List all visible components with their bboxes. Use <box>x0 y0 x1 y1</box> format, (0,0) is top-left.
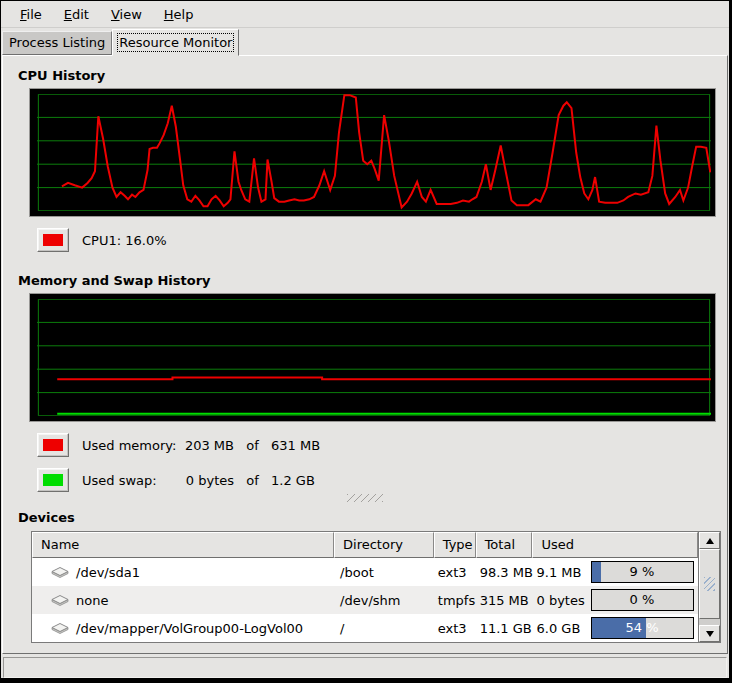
device-used: 0 bytes <box>537 593 591 608</box>
usage-percent: 9 % <box>592 562 693 582</box>
system-monitor-window: File Edit View Help Process Listing Reso… <box>0 0 732 683</box>
memory-used-value: 203 MB <box>179 438 234 453</box>
disk-icon <box>50 594 70 607</box>
scroll-down-button[interactable] <box>699 625 720 642</box>
usage-bar: 0 % <box>591 589 694 611</box>
device-type: tmpfs <box>434 593 476 608</box>
swap-legend: Used swap: 0 bytes of 1.2 GB <box>37 468 727 492</box>
menu-view[interactable]: View <box>100 4 153 25</box>
cpu-history-graph <box>29 88 716 217</box>
cpu1-color-swatch-button[interactable] <box>37 228 69 252</box>
swap-of-label: of <box>234 473 271 488</box>
disk-icon <box>50 566 70 579</box>
usage-percent: 0 % <box>592 590 693 610</box>
memory-legend-label: Used memory: <box>82 438 179 453</box>
device-type: ext3 <box>434 621 476 636</box>
device-directory: / <box>334 621 434 636</box>
column-header-used[interactable]: Used <box>532 532 698 558</box>
usage-bar: 54 % <box>591 617 694 639</box>
menu-file[interactable]: File <box>9 4 53 25</box>
device-name: none <box>76 593 108 608</box>
device-used: 6.0 GB <box>537 621 591 636</box>
pane-resize-handle[interactable] <box>347 494 383 502</box>
memory-color-swatch <box>43 439 63 451</box>
arrow-up-icon <box>706 538 714 544</box>
devices-table: Name Directory Type Total Used /dev/sda1… <box>31 531 721 643</box>
device-name: /dev/sda1 <box>76 565 140 580</box>
scrollbar-thumb[interactable] <box>699 549 720 619</box>
cpu-legend: CPU1: 16.0% <box>37 228 727 252</box>
resource-monitor-panel: CPU History CPU1: 16.0% Memory and Swap … <box>2 55 728 654</box>
memory-of-label: of <box>234 438 271 453</box>
swap-used-value: 0 bytes <box>179 473 234 488</box>
device-name: /dev/mapper/VolGroup00-LogVol00 <box>76 621 303 636</box>
swap-total-value: 1.2 GB <box>271 473 315 488</box>
device-type: ext3 <box>434 565 476 580</box>
tab-process-listing[interactable]: Process Listing <box>2 31 112 55</box>
menu-edit[interactable]: Edit <box>53 4 100 25</box>
column-header-directory[interactable]: Directory <box>334 532 434 558</box>
device-total: 98.3 MB <box>476 565 533 580</box>
column-header-type[interactable]: Type <box>434 532 476 558</box>
memory-swap-graph <box>29 293 716 422</box>
column-header-name[interactable]: Name <box>32 532 334 558</box>
tab-bar: Process Listing Resource Monitor <box>1 28 729 55</box>
usage-bar: 9 % <box>591 561 694 583</box>
memory-total-value: 631 MB <box>271 438 320 453</box>
status-bar <box>3 657 727 678</box>
device-row-logvol00[interactable]: /dev/mapper/VolGroup00-LogVol00 / ext3 1… <box>32 614 698 642</box>
devices-table-header: Name Directory Type Total Used <box>32 532 698 558</box>
usage-percent: 54 % <box>592 618 693 638</box>
device-used: 9.1 MB <box>537 565 591 580</box>
menu-help[interactable]: Help <box>153 4 205 25</box>
devices-title: Devices <box>18 510 727 525</box>
memory-legend: Used memory: 203 MB of 631 MB <box>37 433 727 457</box>
scroll-up-button[interactable] <box>699 532 720 549</box>
menubar: File Edit View Help <box>1 1 729 28</box>
swap-color-swatch <box>43 474 63 486</box>
cpu-history-title: CPU History <box>18 68 727 83</box>
device-row-sda1[interactable]: /dev/sda1 /boot ext3 98.3 MB 9.1 MB 9 % <box>32 558 698 586</box>
device-directory: /boot <box>334 565 434 580</box>
swap-color-swatch-button[interactable] <box>37 468 69 492</box>
arrow-down-icon <box>706 631 714 637</box>
column-header-total[interactable]: Total <box>476 532 533 558</box>
tab-resource-monitor[interactable]: Resource Monitor <box>112 29 239 56</box>
swap-legend-label: Used swap: <box>82 473 179 488</box>
device-row-none[interactable]: none /dev/shm tmpfs 315 MB 0 bytes 0 % <box>32 586 698 614</box>
cpu1-legend-label: CPU1: 16.0% <box>82 233 167 248</box>
cpu1-color-swatch <box>43 234 63 246</box>
device-directory: /dev/shm <box>334 593 434 608</box>
vertical-scrollbar <box>698 532 720 642</box>
memory-color-swatch-button[interactable] <box>37 433 69 457</box>
device-total: 315 MB <box>476 593 533 608</box>
device-total: 11.1 GB <box>476 621 533 636</box>
memory-history-title: Memory and Swap History <box>18 273 727 288</box>
disk-icon <box>50 622 70 635</box>
